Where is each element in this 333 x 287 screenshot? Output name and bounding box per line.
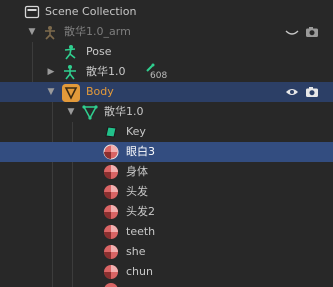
material-label: 眼白3 <box>126 145 155 158</box>
armature-data-label: 散华1.0 <box>86 65 126 78</box>
shape-key-icon <box>103 124 119 140</box>
outliner-row-material[interactable]: 头发 <box>0 182 333 202</box>
camera-icon[interactable] <box>305 85 319 99</box>
outliner-row-pose[interactable]: Pose <box>0 42 333 62</box>
expand-arrow-down-icon[interactable]: ▼ <box>46 86 56 98</box>
material-label: 头发 <box>126 185 148 198</box>
material-icon <box>103 204 119 220</box>
bone-count-badge: 608 <box>150 71 168 81</box>
outliner-row-mesh-data[interactable]: ▼ 散华1.0 <box>0 102 333 122</box>
armature-data-icon <box>62 64 78 80</box>
scene-collection-label: Scene Collection <box>45 5 137 18</box>
expand-arrow-down-icon[interactable]: ▼ <box>66 106 76 118</box>
material-label: 头发2 <box>126 205 155 218</box>
pose-icon <box>62 44 78 60</box>
material-label: teeth <box>126 225 156 238</box>
outliner-row-material[interactable]: chun <box>0 262 333 282</box>
material-icon <box>103 224 119 240</box>
outliner-row-material[interactable]: 身体 <box>0 162 333 182</box>
outliner-row-armature[interactable]: ▼ 散华1.0_arm <box>0 22 333 42</box>
eye-visible-icon[interactable] <box>285 85 299 99</box>
expand-arrow-right-icon[interactable]: ▶ <box>46 66 56 78</box>
pose-label: Pose <box>86 45 112 58</box>
shape-key-label: Key <box>126 125 146 138</box>
material-icon <box>103 282 119 287</box>
outliner-row-material[interactable]: she <box>0 242 333 262</box>
hidden-eye-icon[interactable] <box>285 25 299 39</box>
material-label: chun <box>126 265 153 278</box>
armature-icon <box>42 24 58 40</box>
scene-collection-icon <box>24 4 40 20</box>
body-label: Body <box>86 85 114 98</box>
material-icon <box>103 144 119 160</box>
outliner-row-material[interactable]: 头发2 <box>0 202 333 222</box>
material-icon <box>103 264 119 280</box>
material-icon <box>103 164 119 180</box>
expand-arrow-down-icon[interactable]: ▼ <box>27 26 37 38</box>
material-label: she <box>126 245 146 258</box>
mesh-object-icon <box>62 84 80 102</box>
outliner-row-material[interactable]: teeth <box>0 222 333 242</box>
camera-icon[interactable] <box>305 25 319 39</box>
armature-label: 散华1.0_arm <box>64 25 131 38</box>
outliner-row-shape-key[interactable]: Key <box>0 122 333 142</box>
mesh-data-icon <box>82 104 98 120</box>
material-label: 身体 <box>126 165 148 178</box>
material-icon <box>103 244 119 260</box>
outliner-row-scene-collection[interactable]: Scene Collection <box>0 2 333 22</box>
material-icon <box>103 184 119 200</box>
mesh-data-label: 散华1.0 <box>104 105 144 118</box>
outliner-row-armature-data[interactable]: ▶ 散华1.0 608 <box>0 62 333 82</box>
outliner-row-material[interactable]: 眼白3 <box>0 142 333 162</box>
outliner-row-body[interactable]: ▼ Body <box>0 82 333 102</box>
